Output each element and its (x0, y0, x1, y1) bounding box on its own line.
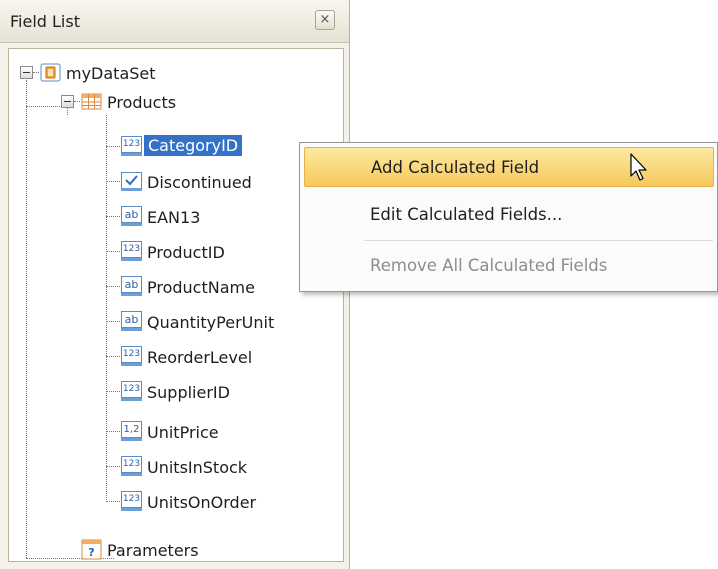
tree-connector (106, 216, 120, 217)
numeric-field-icon: 123 (121, 381, 142, 402)
context-menu: Add Calculated Field Edit Calculated Fie… (299, 142, 718, 292)
tree-connector (106, 286, 120, 287)
mouse-cursor-icon (630, 153, 647, 181)
field-label: UnitsInStock (147, 458, 248, 477)
tree-connector (106, 466, 120, 467)
field-label: ProductName (147, 278, 255, 297)
numeric-field-icon: 123 (121, 136, 142, 157)
menu-item-edit-calculated-fields[interactable]: Edit Calculated Fields... (304, 195, 714, 235)
field-label: QuantityPerUnit (147, 313, 275, 332)
tree-connector (74, 101, 80, 102)
field-label: UnitPrice (147, 423, 219, 442)
numeric-field-icon: 123 (121, 241, 142, 262)
tree-node-label: myDataSet (66, 64, 156, 83)
close-button[interactable]: × (315, 10, 335, 30)
string-field-icon: ab (121, 311, 142, 332)
field-list-panel: Field List × myDataSet Products 123 Cate… (0, 0, 350, 569)
tree-connector (33, 72, 39, 73)
tree-connector (106, 501, 120, 502)
numeric-field-icon: 123 (121, 456, 142, 477)
panel-title: Field List (10, 12, 80, 31)
numeric-field-icon: 123 (121, 491, 142, 512)
tree-connector (106, 115, 107, 502)
tree-connector (106, 181, 120, 182)
svg-text:?: ? (88, 546, 94, 559)
field-label: UnitsOnOrder (147, 493, 257, 512)
string-field-icon: ab (121, 206, 142, 227)
tree-connector (106, 146, 120, 147)
menu-item-label: Edit Calculated Fields... (370, 205, 563, 224)
table-icon (81, 93, 102, 110)
menu-item-remove-all-calculated-fields: Remove All Calculated Fields (304, 246, 714, 286)
tree-connector (26, 80, 27, 558)
tree-node-label: Products (107, 93, 177, 112)
dataset-icon (40, 63, 61, 82)
menu-item-add-calculated-field[interactable]: Add Calculated Field (304, 147, 714, 187)
decimal-field-icon: 1,2 (121, 421, 142, 442)
tree-connector (106, 321, 120, 322)
menu-item-label: Remove All Calculated Fields (370, 256, 608, 275)
field-label: ReorderLevel (147, 348, 253, 367)
collapse-toggle[interactable] (61, 95, 74, 108)
panel-header: Field List × (0, 0, 349, 43)
field-label: EAN13 (147, 208, 201, 227)
string-field-icon: ab (121, 276, 142, 297)
tree-connector (67, 107, 68, 115)
field-label: ProductID (147, 243, 225, 262)
tree-node-label: Parameters (107, 541, 199, 560)
field-label: CategoryID (144, 135, 243, 156)
tree-connector (106, 356, 120, 357)
menu-separator (364, 240, 713, 241)
menu-item-label: Add Calculated Field (371, 158, 540, 177)
boolean-field-icon (121, 172, 142, 191)
field-label: SupplierID (147, 383, 230, 402)
tree-connector (106, 251, 120, 252)
field-label: Discontinued (147, 173, 252, 192)
field-tree: myDataSet Products 123 CategoryID Discon… (8, 48, 344, 562)
parameters-icon: ? (81, 539, 102, 560)
collapse-toggle[interactable] (20, 66, 33, 79)
tree-connector (26, 106, 66, 107)
tree-connector (106, 431, 120, 432)
tree-connector (106, 391, 120, 392)
numeric-field-icon: 123 (121, 346, 142, 367)
close-icon: × (319, 12, 331, 27)
